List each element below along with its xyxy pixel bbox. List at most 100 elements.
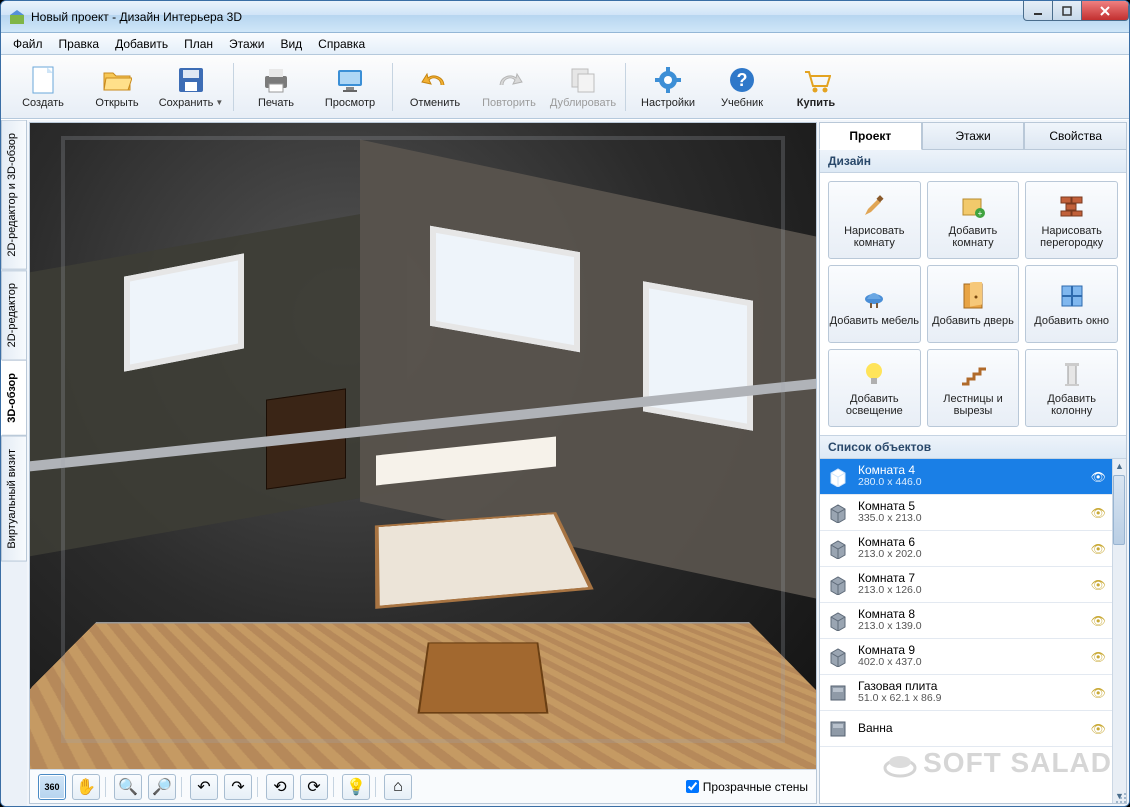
side-panel: Проект Этажи Свойства Дизайн Нарисовать … — [819, 122, 1127, 804]
add-room-button[interactable]: +Добавить комнату — [927, 181, 1020, 259]
object-meta: Комната 6213.0 x 202.0 — [858, 536, 1083, 561]
list-item[interactable]: Комната 7213.0 x 126.0 👁 — [820, 567, 1112, 603]
hand-icon: ✋ — [76, 777, 96, 797]
object-meta: Комната 8213.0 x 139.0 — [858, 608, 1083, 633]
menu-help[interactable]: Справка — [312, 35, 371, 53]
furniture-icon — [826, 717, 850, 741]
visibility-icon[interactable]: 👁 — [1091, 578, 1106, 592]
orbit-360-button[interactable]: 360 — [38, 774, 66, 800]
gear-icon — [652, 64, 684, 96]
print-button[interactable]: Печать — [240, 57, 312, 117]
list-item[interactable]: Комната 9402.0 x 437.0 👁 — [820, 639, 1112, 675]
transparent-walls-input[interactable] — [686, 780, 699, 793]
list-item[interactable]: Комната 8213.0 x 139.0 👁 — [820, 603, 1112, 639]
pan-button[interactable]: ✋ — [72, 774, 100, 800]
draw-room-button[interactable]: Нарисовать комнату — [828, 181, 921, 259]
toolbar: Создать Открыть Сохранить▼ Печать Просмо… — [1, 55, 1129, 119]
draw-partition-button[interactable]: Нарисовать перегородку — [1025, 181, 1118, 259]
home-icon: ⌂ — [393, 778, 403, 796]
file-icon — [27, 64, 59, 96]
buy-button[interactable]: Купить — [780, 57, 852, 117]
room-icon — [826, 465, 850, 489]
chevron-down-icon: ▼ — [215, 98, 223, 107]
list-item[interactable]: Комната 4280.0 x 446.0👁 — [820, 459, 1112, 495]
bulb-icon — [859, 359, 889, 389]
home-view-button[interactable]: ⌂ — [384, 774, 412, 800]
visibility-icon[interactable]: 👁 — [1091, 506, 1106, 520]
object-dims: 213.0 x 139.0 — [858, 621, 1083, 633]
add-window-button[interactable]: Добавить окно — [1025, 265, 1118, 343]
visibility-icon[interactable]: 👁 — [1091, 686, 1106, 700]
rotate-right-button[interactable]: ↷ — [224, 774, 252, 800]
menu-plan[interactable]: План — [178, 35, 219, 53]
menu-edit[interactable]: Правка — [53, 35, 106, 53]
add-door-button[interactable]: Добавить дверь — [927, 265, 1020, 343]
object-meta: Комната 9402.0 x 437.0 — [858, 644, 1083, 669]
zoom-out-button[interactable]: 🔍 — [114, 774, 142, 800]
settings-button[interactable]: Настройки — [632, 57, 704, 117]
titlebar: Новый проект - Дизайн Интерьера 3D — [1, 1, 1129, 33]
maximize-button[interactable] — [1052, 1, 1082, 21]
list-item[interactable]: Ванна 👁 — [820, 711, 1112, 747]
save-button[interactable]: Сохранить▼ — [155, 57, 227, 117]
folder-icon — [101, 64, 133, 96]
object-dims: 402.0 x 437.0 — [858, 657, 1083, 669]
menu-floors[interactable]: Этажи — [223, 35, 270, 53]
preview-button[interactable]: Просмотр — [314, 57, 386, 117]
tab-properties[interactable]: Свойства — [1024, 122, 1127, 150]
list-item[interactable]: Комната 6213.0 x 202.0 👁 — [820, 531, 1112, 567]
viewport-3d[interactable] — [30, 123, 816, 769]
tab-3d-view[interactable]: 3D-обзор — [1, 360, 27, 436]
tab-2d3d-combo[interactable]: 2D-редактор и 3D-обзор — [1, 120, 27, 270]
visibility-icon[interactable]: 👁 — [1091, 650, 1106, 664]
help-icon: ? — [726, 64, 758, 96]
lighting-button[interactable]: 💡 — [342, 774, 370, 800]
list-item[interactable]: Газовая плита51.0 x 62.1 x 86.9👁 — [820, 675, 1112, 711]
svg-text:+: + — [978, 209, 983, 218]
rotate-left-button[interactable]: ↶ — [190, 774, 218, 800]
zoom-in-button[interactable]: 🔎 — [148, 774, 176, 800]
add-column-button[interactable]: Добавить колонну — [1025, 349, 1118, 427]
scrollbar[interactable]: ▲ ▼ — [1112, 459, 1126, 803]
visibility-icon[interactable]: 👁 — [1091, 722, 1106, 736]
minimize-button[interactable] — [1023, 1, 1053, 21]
design-grid: Нарисовать комнату +Добавить комнату Нар… — [820, 173, 1126, 435]
printer-icon — [260, 64, 292, 96]
visibility-icon[interactable]: 👁 — [1091, 614, 1106, 628]
visibility-icon[interactable]: 👁 — [1091, 542, 1106, 556]
undo-button[interactable]: Отменить — [399, 57, 471, 117]
tilt-left-button[interactable]: ⟲ — [266, 774, 294, 800]
visibility-icon[interactable]: 👁 — [1091, 470, 1106, 484]
object-meta: Комната 7213.0 x 126.0 — [858, 572, 1083, 597]
duplicate-button[interactable]: Дублировать — [547, 57, 619, 117]
orbit-icon: 360 — [44, 782, 59, 792]
list-item[interactable]: Комната 5335.0 x 213.0👁 — [820, 495, 1112, 531]
scroll-up-button[interactable]: ▲ — [1113, 459, 1126, 473]
menu-view[interactable]: Вид — [274, 35, 308, 53]
menu-add[interactable]: Добавить — [109, 35, 174, 53]
stairs-button[interactable]: Лестницы и вырезы — [927, 349, 1020, 427]
menu-file[interactable]: Файл — [7, 35, 49, 53]
room-icon — [826, 573, 850, 597]
redo-icon — [493, 64, 525, 96]
floppy-icon — [175, 64, 207, 96]
tutorial-button[interactable]: ? Учебник — [706, 57, 778, 117]
tab-virtual-visit[interactable]: Виртуальный визит — [1, 436, 27, 562]
resize-grip[interactable] — [1114, 791, 1128, 805]
rotate-left-icon: ↶ — [197, 777, 210, 797]
tab-project[interactable]: Проект — [819, 122, 922, 150]
transparent-walls-checkbox[interactable]: Прозрачные стены — [686, 780, 808, 794]
add-furniture-button[interactable]: Добавить мебель — [828, 265, 921, 343]
monitor-icon — [334, 64, 366, 96]
create-button[interactable]: Создать — [7, 57, 79, 117]
close-button[interactable] — [1081, 1, 1129, 21]
tab-2d-editor[interactable]: 2D-редактор — [1, 270, 27, 360]
tab-floors[interactable]: Этажи — [922, 122, 1025, 150]
redo-button[interactable]: Повторить — [473, 57, 545, 117]
brush-icon — [859, 191, 889, 221]
open-button[interactable]: Открыть — [81, 57, 153, 117]
add-lighting-button[interactable]: Добавить освещение — [828, 349, 921, 427]
scroll-thumb[interactable] — [1113, 475, 1125, 545]
tilt-right-button[interactable]: ⟳ — [300, 774, 328, 800]
object-name: Ванна — [858, 722, 1083, 735]
